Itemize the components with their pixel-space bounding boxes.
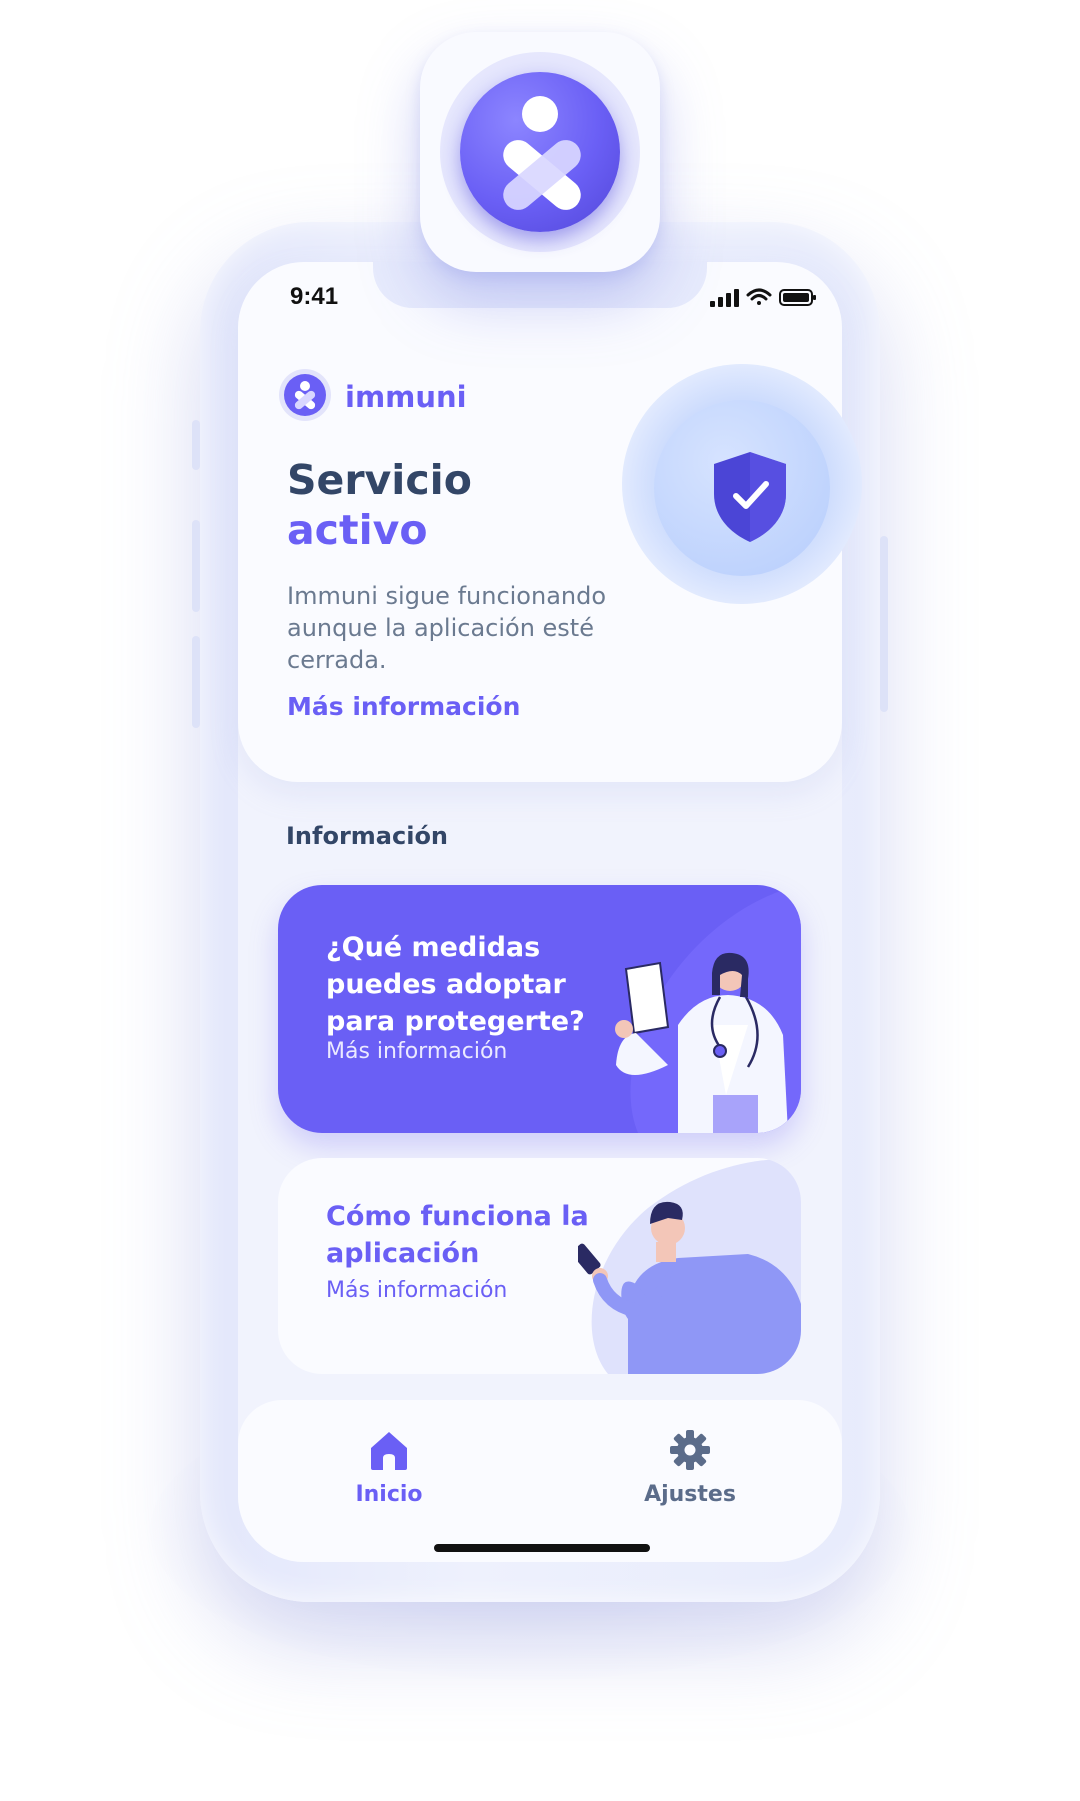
battery-icon	[779, 289, 816, 306]
gear-icon	[670, 1430, 710, 1470]
mute-switch	[192, 420, 200, 470]
home-indicator[interactable]	[434, 1544, 650, 1552]
tab-settings[interactable]: Ajustes	[610, 1428, 770, 1507]
person-with-phone-illustration	[578, 1201, 801, 1374]
tab-home-label: Inicio	[355, 1482, 423, 1507]
tab-home[interactable]: Inicio	[309, 1428, 469, 1507]
volume-up-button	[192, 520, 200, 612]
section-title: Información	[286, 822, 449, 850]
status-title-accent: activo	[287, 506, 428, 554]
status-icons	[710, 288, 816, 307]
card-link-protect[interactable]: Más información	[326, 1039, 507, 1064]
info-card-how-it-works[interactable]: Cómo funciona la aplicación Más informac…	[278, 1158, 801, 1374]
doctor-illustration	[615, 952, 788, 1133]
brand-logo-icon	[284, 374, 326, 416]
wifi-icon	[746, 288, 772, 305]
card-link-how-it-works[interactable]: Más información	[326, 1278, 507, 1303]
home-icon	[371, 1432, 407, 1470]
app-icon-disc	[460, 72, 620, 232]
app-icon	[420, 32, 660, 272]
status-time: 9:41	[290, 283, 339, 310]
volume-down-button	[192, 636, 200, 728]
card-title-protect: ¿Qué medidas puedes adoptar para protege…	[326, 932, 585, 1037]
brand-name: immuni	[345, 380, 467, 414]
more-info-link[interactable]: Más información	[287, 692, 520, 721]
card-title-how-it-works: Cómo funciona la aplicación	[326, 1201, 589, 1269]
status-description: Immuni sigue funcionando aunque la aplic…	[287, 582, 607, 674]
status-title: Servicio	[287, 456, 472, 504]
immuni-logo-icon	[503, 96, 581, 210]
info-card-protect[interactable]: ¿Qué medidas puedes adoptar para protege…	[278, 885, 801, 1133]
power-button	[880, 536, 888, 712]
tab-settings-label: Ajustes	[644, 1482, 736, 1507]
signal-icon	[710, 289, 739, 307]
shield-check-icon	[714, 452, 786, 542]
